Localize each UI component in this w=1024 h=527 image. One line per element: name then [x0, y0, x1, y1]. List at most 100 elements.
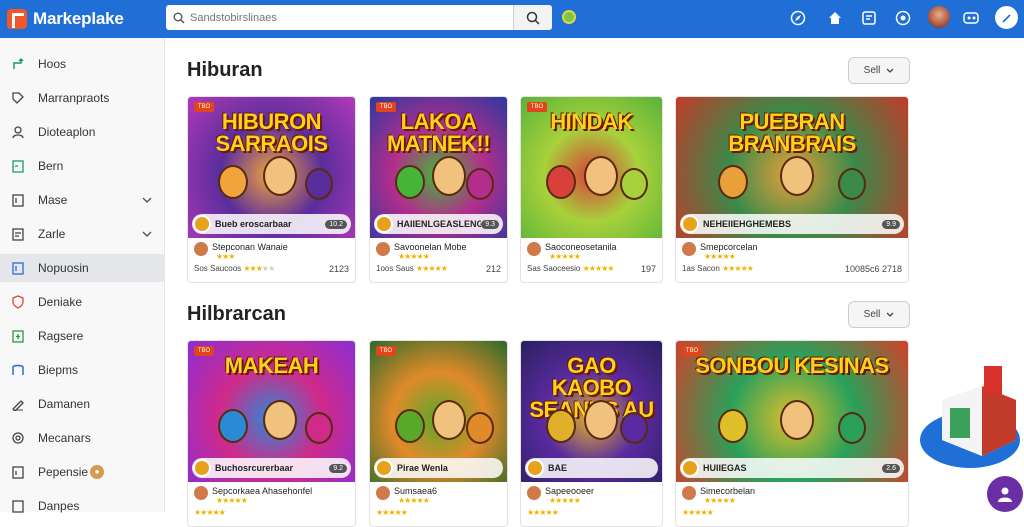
play-circle-icon[interactable]	[894, 9, 912, 27]
rating-stars: ★★★★★	[549, 252, 581, 261]
game-subtitle: ★★★★★	[527, 508, 559, 517]
search-button[interactable]	[513, 5, 552, 30]
sidebar-item-label: Hoos	[38, 57, 67, 71]
logo-icon	[7, 9, 27, 29]
sidebar-item-label: Deniake	[38, 295, 83, 309]
sidebar-item-biepms[interactable]: Biepms	[0, 356, 165, 384]
rating-stars: ★★★★★	[216, 496, 248, 505]
rating-badge: 9.3	[481, 219, 499, 229]
publisher-avatar	[194, 486, 208, 500]
tray-icon	[10, 362, 26, 378]
thumbnail-caption-bar: BAE	[525, 458, 658, 478]
game-subtitle: Sos Saucoos ★★★★★	[194, 264, 275, 273]
game-card[interactable]: TBO Pirae Wenla Sumsaea6 ★★★★★ ★★★★★	[369, 340, 508, 527]
game-thumbnail[interactable]: TBO HINDAK	[521, 97, 662, 238]
sidebar-item-label: Nopuosin	[38, 261, 89, 275]
card-meta: Smepcorcelan ★★★★★ 1as Sacon ★★★★★ 10085c6 …	[676, 238, 908, 282]
game-thumbnail[interactable]: TBO SONBOU KESINAS HUIIEGAS 2.6	[676, 341, 908, 482]
game-card[interactable]: TBOLAKOA MATNEK!!HAIIENLGEASLENGEA9.3Sav…	[369, 96, 508, 283]
game-icon	[526, 459, 544, 477]
game-title[interactable]: Saoconeosetanila	[545, 242, 617, 252]
sidebar-item-label: Ragsere	[38, 329, 84, 343]
game-thumbnail[interactable]: TBOLAKOA MATNEK!!HAIIENLGEASLENGEA9.3	[370, 97, 507, 238]
character-illustration	[780, 156, 815, 197]
sidebar-item-damanen[interactable]: Damanen	[0, 390, 165, 418]
sidebar-item-nopuosin[interactable]: Nopuosin	[0, 254, 165, 282]
sidebar-item-label: Mecanars	[38, 431, 91, 445]
game-card[interactable]: PUEBRAN BRANBRAIS NEHEIIEHGHEMEBS 9.9 Smepc…	[675, 96, 909, 283]
chat-icon[interactable]	[860, 9, 878, 27]
thumbnail-title: SONBOU KESINAS	[695, 353, 889, 378]
home-icon[interactable]	[826, 9, 844, 27]
character-illustration	[304, 167, 333, 200]
game-title[interactable]: Smepcorcelan	[700, 242, 758, 252]
search-input[interactable]	[190, 11, 520, 24]
caption-text: HUIIEGAS	[703, 463, 747, 473]
sidebar-item-marranpraots[interactable]: Marranpraots	[0, 84, 165, 112]
profile-button[interactable]	[995, 6, 1018, 29]
subtitle-text: 1as Sacon	[682, 264, 720, 273]
app-logo[interactable]: Markeplake	[7, 9, 124, 29]
sidebar-item-mecanars[interactable]: Mecanars	[0, 424, 165, 452]
game-card[interactable]: TBO MAKEAH Buchosrcurerbaar 9.2 Sepcorkaea A…	[187, 340, 356, 527]
sidebar-item-label: Dioteaplon	[38, 125, 96, 139]
chevron-down-icon[interactable]	[141, 194, 153, 206]
sidebar-item-bern[interactable]: Bern	[0, 152, 165, 180]
game-title[interactable]: Sumsaea6	[394, 486, 437, 496]
sidebar-item-danpes[interactable]: Danpes	[0, 492, 165, 520]
sort-dropdown[interactable]: Sell	[848, 301, 910, 328]
avatar[interactable]	[928, 6, 950, 28]
publisher-avatar	[194, 242, 208, 256]
card-meta: Savoonelan Mobe ★★★★★ 1oos Saus ★★★★★ 212	[370, 238, 507, 282]
game-thumbnail[interactable]: GAO KAOBO SEANKS AU BAE	[521, 341, 662, 482]
user-icon	[998, 487, 1012, 502]
game-card[interactable]: TBO HINDAK Saoconeosetanila ★★★★★ Sas Saocee…	[520, 96, 663, 283]
sort-dropdown[interactable]: Sell	[848, 57, 910, 84]
character-illustration	[263, 156, 298, 197]
thumbnail-caption-bar: HAIIENLGEASLENGEA9.3	[374, 214, 503, 234]
thumbnail-caption-bar: Buchosrcurerbaar 9.2	[192, 458, 351, 478]
character-illustration	[619, 167, 648, 200]
character-illustration	[218, 164, 249, 199]
character-illustration	[619, 411, 648, 444]
character-illustration	[218, 408, 249, 443]
rating-stars: ★★★★★	[549, 496, 581, 505]
game-subtitle: Sas Saoceesio ★★★★★	[527, 264, 614, 273]
game-thumbnail[interactable]: TBO MAKEAH Buchosrcurerbaar 9.2	[188, 341, 355, 482]
game-subtitle: ★★★★★	[194, 508, 226, 517]
sidebar-item-label: Danpes	[38, 499, 80, 513]
shield-icon	[10, 294, 26, 310]
status-indicator-icon[interactable]	[562, 10, 576, 24]
compass-icon[interactable]	[789, 9, 807, 27]
game-card[interactable]: TBO HIBURON SARRAOIS Bueb eroscarbaar 10.2 S…	[187, 96, 356, 283]
game-thumbnail[interactable]: TBO Pirae Wenla	[370, 341, 507, 482]
game-card[interactable]: TBO SONBOU KESINAS HUIIEGAS 2.6 Simecorbelan…	[675, 340, 909, 527]
game-title[interactable]: Stepconan Wanaie	[212, 242, 288, 252]
rating-stars: ★★★★★	[722, 264, 754, 273]
game-thumbnail[interactable]: PUEBRAN BRANBRAIS NEHEIIEHGHEMEBS 9.9	[676, 97, 908, 238]
cube-illustration	[920, 366, 1020, 468]
game-title[interactable]: Sepcorkaea Ahasehonfel	[212, 486, 312, 496]
review-count: 197	[640, 264, 656, 274]
sidebar-item-pepensie[interactable]: Pepensie ●	[0, 458, 165, 486]
game-icon	[375, 459, 393, 477]
sidebar-item-dioteaplon[interactable]: Dioteaplon	[0, 118, 165, 146]
chevron-down-icon[interactable]	[141, 228, 153, 240]
character-illustration	[546, 164, 577, 199]
sidebar-item-label: Damanen	[38, 397, 91, 411]
game-title[interactable]: Sapeeooeer	[545, 486, 594, 496]
sidebar-item-zarle[interactable]: Zarle	[0, 220, 165, 248]
game-card[interactable]: GAO KAOBO SEANKS AU BAE Sapeeooeer ★★★★★ ★★…	[520, 340, 663, 527]
sidebar-item-deniake[interactable]: Deniake	[0, 288, 165, 316]
subtitle-text: Sos Saucoos	[194, 264, 242, 273]
gamepad-icon[interactable]	[962, 9, 980, 27]
document-icon	[10, 192, 26, 208]
game-title[interactable]: Simecorbelan	[700, 486, 755, 496]
sidebar-item-ragsere[interactable]: Ragsere	[0, 322, 165, 350]
assistant-fab-button[interactable]	[987, 476, 1023, 512]
game-thumbnail[interactable]: TBO HIBURON SARRAOIS Bueb eroscarbaar 10.2	[188, 97, 355, 238]
sidebar-item-mase[interactable]: Mase	[0, 186, 165, 214]
game-title[interactable]: Savoonelan Mobe	[394, 242, 467, 252]
sidebar-item-hoos[interactable]: Hoos	[0, 50, 165, 78]
book-icon	[10, 158, 26, 174]
